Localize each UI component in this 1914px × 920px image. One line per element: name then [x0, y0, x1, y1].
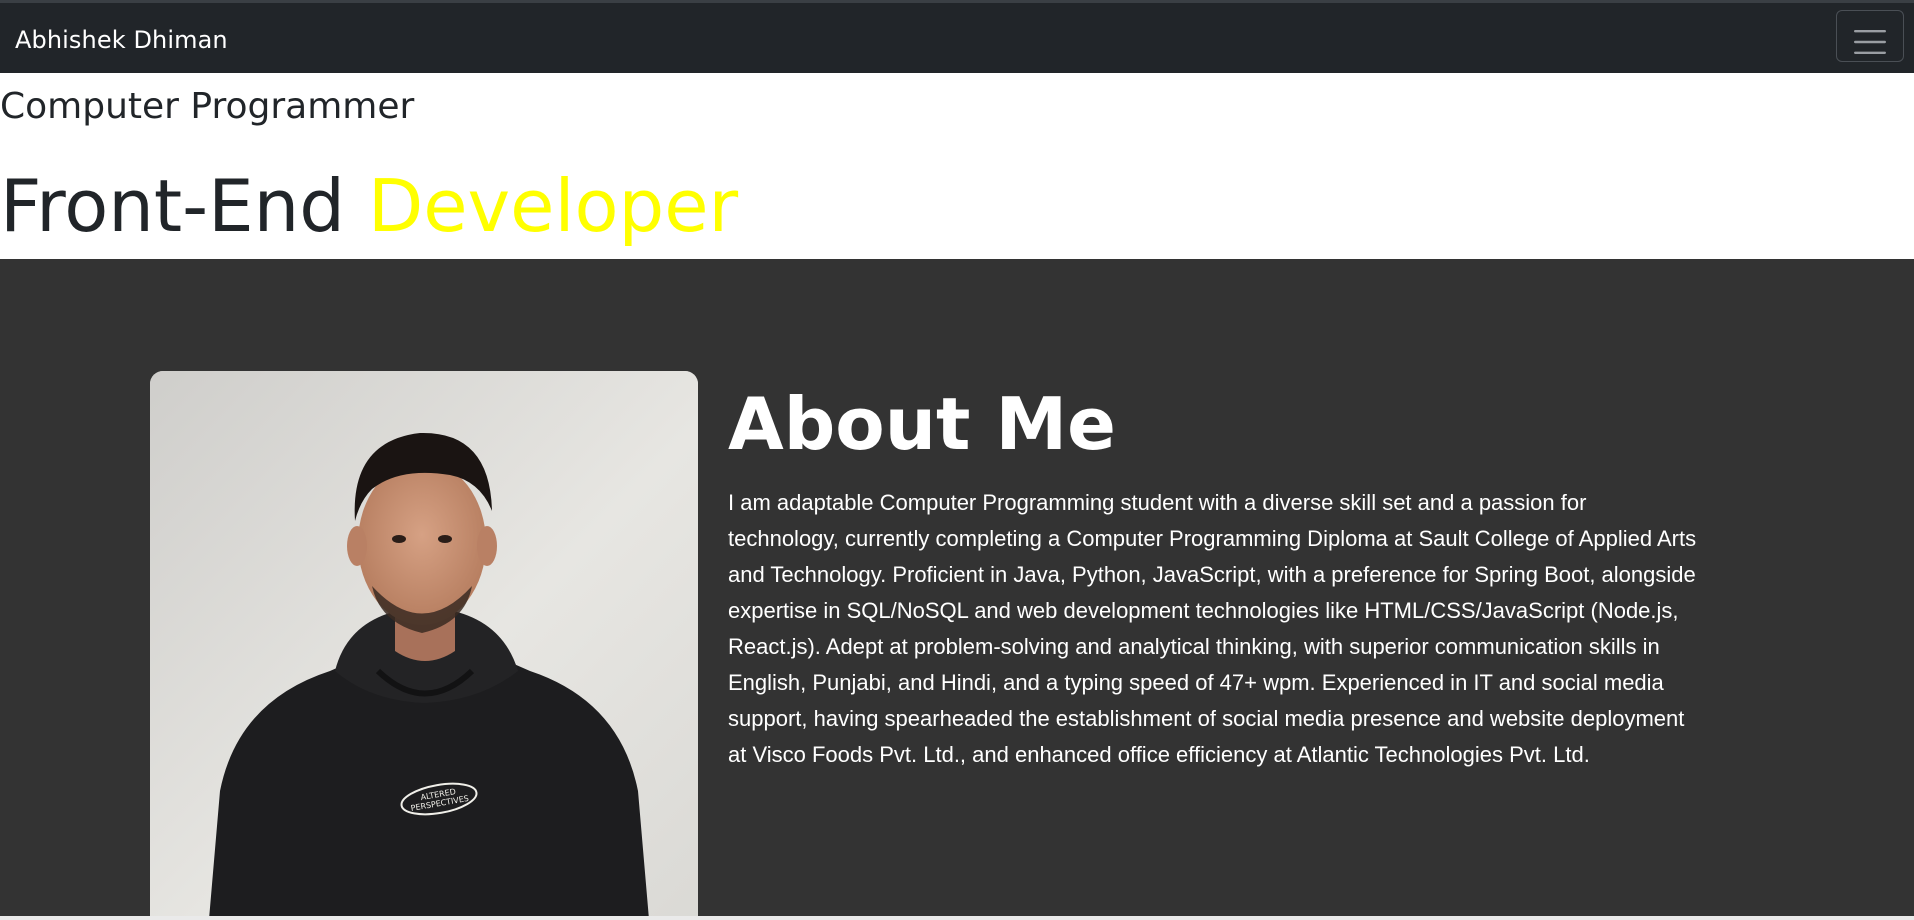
hero-section: Computer Programmer Front-End Developer — [0, 73, 1914, 259]
headline-accent: Developer — [367, 164, 739, 248]
navbar-brand[interactable]: Abhishek Dhiman — [15, 25, 228, 55]
navbar-toggler-button[interactable] — [1836, 10, 1904, 62]
profile-photo: ALTERED PERSPECTIVES — [150, 371, 698, 920]
bottom-edge — [0, 916, 1914, 920]
about-section: ALTERED PERSPECTIVES About Me I am adapt… — [0, 259, 1914, 920]
job-title: Computer Programmer — [0, 86, 415, 127]
hamburger-menu-icon — [1837, 29, 1903, 55]
about-title: About Me — [728, 382, 1116, 466]
headline-main: Front-End — [0, 164, 368, 248]
navbar: Abhishek Dhiman — [0, 0, 1914, 73]
about-paragraph: I am adaptable Computer Programming stud… — [728, 490, 1697, 767]
page: Abhishek Dhiman Computer Programmer Fron… — [0, 0, 1914, 920]
headline: Front-End Developer — [0, 163, 738, 249]
